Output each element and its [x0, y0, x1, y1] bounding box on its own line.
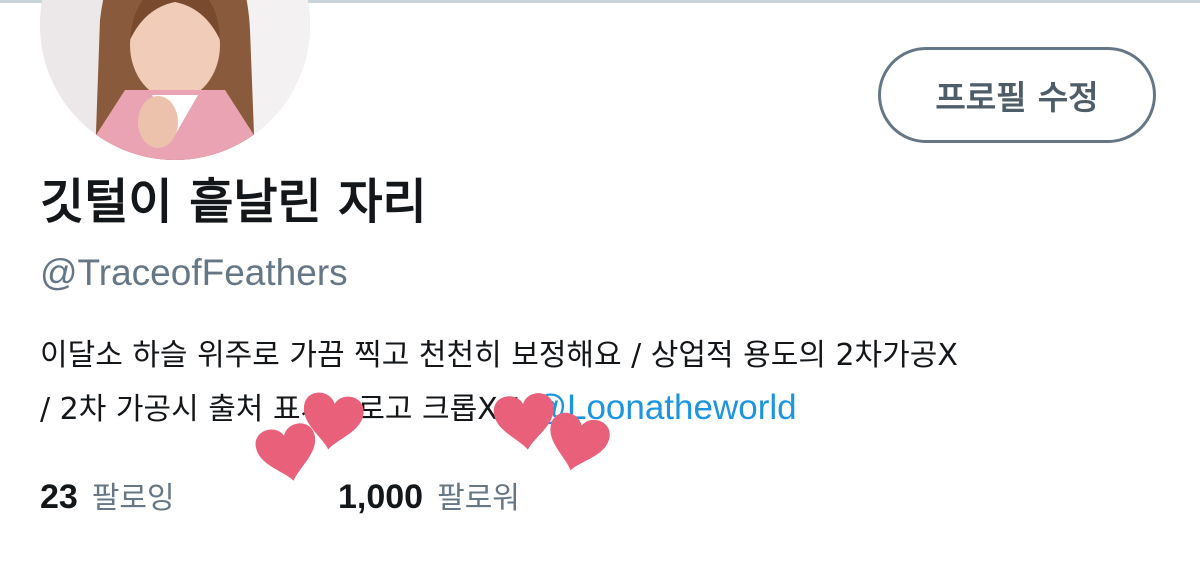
bio-line-2-text: / 2차 가공시 출처 표시 / 로고 크롭X /: [40, 392, 518, 427]
edit-profile-button[interactable]: 프로필 수정: [878, 47, 1156, 143]
followers-label: 팔로워: [437, 481, 520, 516]
bio-line-1: 이달소 하슬 위주로 가끔 찍고 천천히 보정해요 / 상업적 용도의 2차가공…: [40, 338, 958, 373]
profile-stats: 23 팔로잉 1,000 팔로워: [40, 470, 520, 520]
profile-bio: 이달소 하슬 위주로 가끔 찍고 천천히 보정해요 / 상업적 용도의 2차가공…: [40, 330, 1180, 436]
following-stat[interactable]: 23 팔로잉: [40, 473, 338, 517]
followers-stat[interactable]: 1,000 팔로워: [338, 473, 520, 517]
bio-line-2: / 2차 가공시 출처 표시 / 로고 크롭X / @Loonatheworld: [40, 382, 1180, 436]
bio-mention-link[interactable]: @Loonatheworld: [531, 388, 796, 427]
following-label: 팔로잉: [91, 481, 175, 516]
followers-count: 1,000: [338, 478, 424, 516]
profile-display-name: 깃털이 흩날린 자리: [40, 174, 427, 230]
avatar-photo: [40, 0, 310, 160]
following-count: 23: [40, 478, 78, 516]
avatar[interactable]: [40, 0, 310, 160]
profile-handle: @TraceofFeathers: [40, 252, 348, 293]
